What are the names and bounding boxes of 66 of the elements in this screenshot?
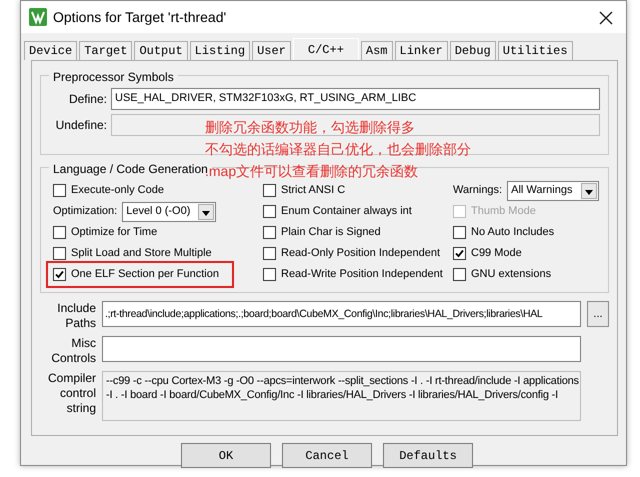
tab[interactable]: Listing bbox=[190, 41, 250, 60]
checkbox[interactable] bbox=[53, 268, 66, 281]
dialog-button[interactable]: OK bbox=[181, 443, 271, 468]
checkbox[interactable] bbox=[53, 247, 66, 260]
checkbox[interactable] bbox=[263, 247, 276, 260]
checkbox-label: C99 Mode bbox=[471, 246, 522, 262]
dropdown[interactable]: Level 0 (-O0) bbox=[122, 202, 216, 222]
field-label: Controls bbox=[50, 351, 96, 366]
checkbox[interactable] bbox=[53, 226, 66, 239]
checkbox-label: Enum Container always int bbox=[281, 204, 412, 220]
app-icon bbox=[29, 8, 47, 26]
checkbox-label: Plain Char is Signed bbox=[281, 225, 381, 240]
field-label: Paths bbox=[64, 316, 96, 331]
field-label: Define: bbox=[68, 91, 107, 108]
annotation-text: 不勾选的话编译器自己优化，也会删除部分 bbox=[205, 140, 471, 159]
field-label: Warnings: bbox=[453, 183, 502, 198]
checkbox-label: One ELF Section per Function bbox=[71, 267, 219, 282]
dropdown[interactable]: All Warnings bbox=[507, 180, 599, 200]
dialog-button[interactable]: Defaults bbox=[383, 443, 473, 468]
tab[interactable]: Output bbox=[134, 41, 188, 60]
checkbox[interactable] bbox=[263, 184, 276, 197]
checkbox-label: Optimize for Time bbox=[71, 225, 158, 240]
tab[interactable]: C/C++ bbox=[292, 38, 359, 60]
checkbox[interactable] bbox=[453, 268, 466, 281]
checkbox-label: Split Load and Store Multiple bbox=[71, 246, 212, 262]
dropdown-value: All Warnings bbox=[511, 183, 572, 198]
field-label: Optimization: bbox=[53, 204, 118, 220]
window-title: Options for Target 'rt-thread' bbox=[53, 8, 226, 27]
dropdown-value: Level 0 (-O0) bbox=[126, 204, 190, 220]
tab[interactable]: Debug bbox=[450, 41, 496, 60]
text-line: -I . -I board -I board/CubeMX_Config/Inc -I libraries/HAL_Drivers -I libraries/HAL_Drivers/config -I bbox=[106, 388, 559, 402]
field-label: Misc bbox=[70, 336, 96, 351]
tab[interactable]: Asm bbox=[360, 41, 393, 60]
field-label: string bbox=[66, 401, 96, 416]
checkbox-label: Read-Write Position Independent bbox=[281, 267, 443, 282]
text-area[interactable] bbox=[102, 371, 581, 421]
checkbox[interactable] bbox=[453, 247, 466, 260]
close-icon bbox=[599, 10, 613, 25]
tab[interactable]: Target bbox=[79, 41, 132, 60]
tab[interactable]: Device bbox=[24, 41, 78, 60]
input-field[interactable]: USE_HAL_DRIVER, STM32F103xG, RT_USING_ARM_LIBC bbox=[111, 88, 600, 110]
tab[interactable]: Linker bbox=[394, 41, 448, 60]
checkbox[interactable] bbox=[263, 205, 276, 218]
dialog-button[interactable]: Cancel bbox=[282, 443, 372, 468]
checkbox-label: Strict ANSI C bbox=[281, 183, 346, 198]
checkbox[interactable] bbox=[263, 268, 276, 281]
field-label: Undefine: bbox=[54, 117, 107, 134]
checkbox[interactable] bbox=[263, 226, 276, 239]
checkbox-label: GNU extensions bbox=[471, 267, 552, 282]
checkbox-label: Read-Only Position Independent bbox=[281, 246, 440, 262]
field-label: control bbox=[58, 386, 96, 401]
checkbox[interactable] bbox=[53, 184, 66, 197]
input-field[interactable] bbox=[102, 336, 581, 362]
annotation-text: 删除冗余函数功能，勾选删除得多 bbox=[205, 118, 416, 137]
checkbox[interactable] bbox=[453, 226, 466, 239]
field-label: Compiler bbox=[46, 371, 96, 386]
input-field[interactable]: .;rt-thread\include;applications;.;board;board\CubeMX_Config\Inc;libraries\HAL_Drivers;libraries\HAL bbox=[102, 301, 581, 327]
field-label: Include bbox=[56, 301, 96, 316]
text-line: --c99 -c --cpu Cortex-M3 -g -O0 --apcs=interwork --split_sections -I . -I rt-thread/include -I applications bbox=[106, 374, 577, 388]
checkbox-label: Execute-only Code bbox=[71, 183, 164, 198]
checkbox-label: No Auto Includes bbox=[471, 225, 554, 240]
checkbox-label: Thumb Mode bbox=[471, 204, 536, 220]
annotation-text: .map文件可以查看删除的冗余函数 bbox=[205, 162, 420, 181]
browse-button[interactable]: ... bbox=[587, 301, 609, 327]
tab[interactable]: User bbox=[252, 41, 291, 60]
tab[interactable]: Utilities bbox=[498, 41, 573, 60]
